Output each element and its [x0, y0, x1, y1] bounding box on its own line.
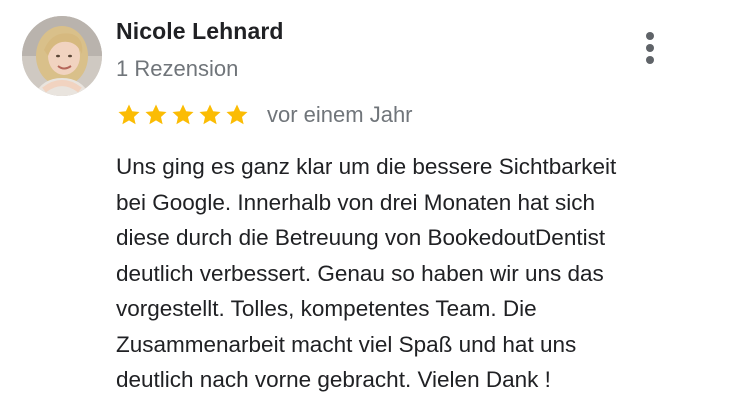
review-text-line: Zusammenarbeit macht viel Spaß und hat u…: [116, 331, 577, 357]
review-text-line: vorgestellt. Tolles, kompetentes Team. D…: [116, 296, 537, 321]
more-vert-icon: [646, 56, 654, 64]
more-vert-icon: [646, 44, 654, 52]
star-icon: [118, 104, 140, 125]
reviewer-avatar[interactable]: [22, 16, 102, 96]
review-text-line: Uns ging es ganz klar um die bessere Sic…: [116, 154, 617, 179]
star-icon: [145, 104, 167, 125]
review-text-line: deutlich verbessert. Genau so haben wir …: [116, 260, 604, 286]
more-vert-icon: [646, 32, 654, 40]
review-text-line: deutlich nach vorne gebracht. Vielen Dan…: [116, 367, 551, 392]
review-time: vor einem Jahr: [267, 102, 413, 127]
star-icon: [172, 104, 194, 125]
reviewer-name[interactable]: Nicole Lehnard: [116, 18, 284, 45]
review-text: Uns ging es ganz klar um die bessere Sic…: [116, 149, 716, 398]
more-options-button[interactable]: [636, 26, 666, 70]
review-text-line: bei Google. Innerhalb von drei Monaten h…: [116, 189, 596, 215]
star-icon: [199, 104, 221, 125]
avatar-photo-icon: [22, 16, 102, 96]
star-rating: [116, 102, 251, 128]
review-text-line: diese durch die Betreuung von BookedoutD…: [116, 225, 606, 250]
star-icon: [226, 104, 248, 125]
review-card: Nicole Lehnard 1 Rezension vor einem Jah…: [0, 0, 736, 418]
review-count: 1 Rezension: [116, 56, 239, 81]
rating-row: vor einem Jahr: [116, 100, 413, 130]
